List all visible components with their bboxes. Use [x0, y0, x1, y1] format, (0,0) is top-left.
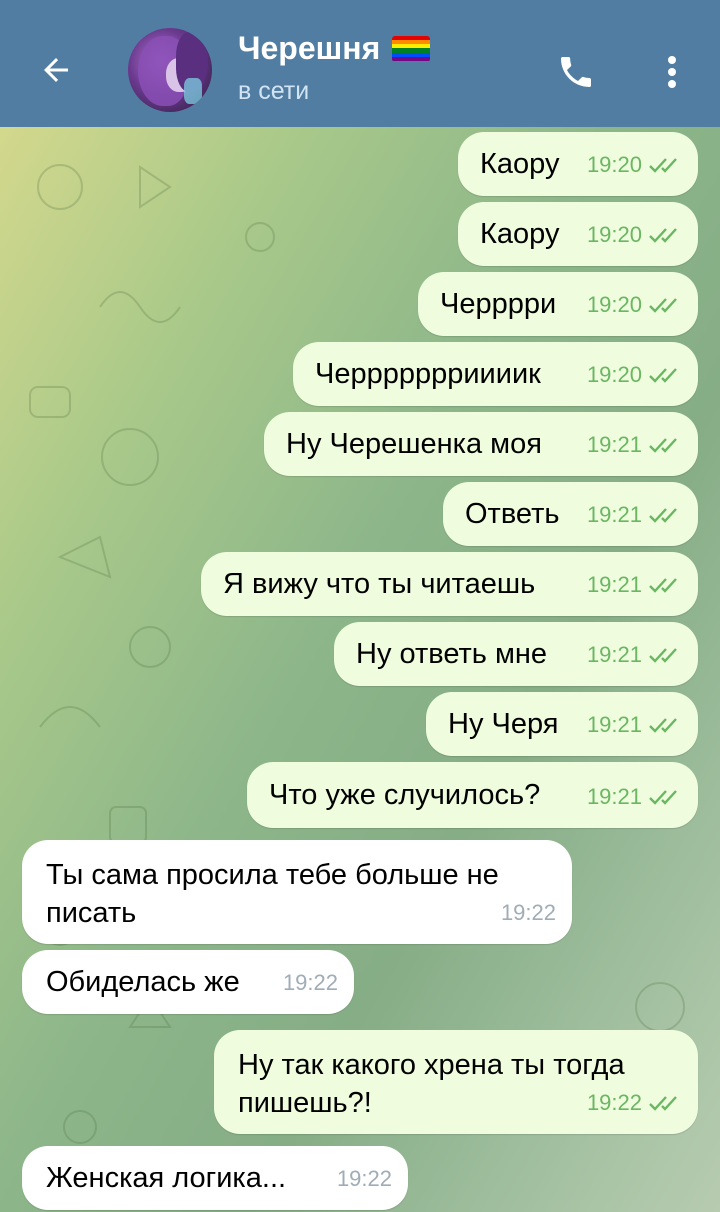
message-meta: 19:20 — [587, 356, 682, 394]
message-text: Каору — [480, 218, 560, 250]
message-meta: 19:21 — [587, 706, 682, 744]
double-check-icon — [649, 790, 677, 805]
message-time: 19:20 — [586, 222, 642, 247]
message-time: 19:22 — [500, 900, 556, 925]
message-text: Ну ответь мне — [356, 638, 548, 670]
message-meta: 19:20 — [587, 286, 682, 324]
message-meta: 19:20 — [587, 146, 682, 184]
message-time: 19:21 — [586, 502, 642, 527]
message-time: 19:20 — [586, 292, 642, 317]
message-bubble[interactable]: Черрррррриииик 19:20 — [293, 342, 698, 406]
message-time: 19:20 — [586, 152, 642, 177]
message-meta: 19:20 — [587, 216, 682, 254]
arrow-left-icon — [44, 58, 68, 82]
message-bubble[interactable]: Каору 19:20 — [458, 132, 698, 196]
message-bubble[interactable]: Ну Черя 19:21 — [426, 692, 698, 756]
chat-header: Черешня в сети — [0, 0, 720, 127]
double-check-icon — [649, 438, 677, 453]
message-bubble[interactable]: Обиделась же 19:22 — [22, 950, 354, 1014]
message-time: 19:20 — [586, 362, 642, 387]
rainbow-flag-icon — [392, 35, 431, 62]
double-check-icon — [649, 368, 677, 383]
message-bubble[interactable]: Ты сама просила тебе больше не писать 19… — [22, 840, 572, 944]
call-button[interactable] — [550, 46, 602, 98]
message-time: 19:22 — [586, 1090, 642, 1115]
message-text: Обиделась же — [46, 966, 240, 998]
message-text: Женская логика... — [46, 1162, 287, 1194]
message-bubble[interactable]: Каору 19:20 — [458, 202, 698, 266]
contact-name: Черешня — [238, 30, 431, 67]
chat-title-block[interactable]: Черешня в сети — [238, 30, 431, 106]
message-text: Каору — [480, 148, 560, 180]
message-meta: 19:21 — [587, 496, 682, 534]
message-bubble[interactable]: Ну ответь мне 19:21 — [334, 622, 698, 686]
message-time: 19:21 — [586, 784, 642, 809]
back-button[interactable] — [28, 42, 84, 98]
message-text: Ну так какого хрена ты тогда пишешь?! — [238, 1049, 625, 1119]
message-text: Что уже случилось? — [269, 779, 541, 811]
message-meta: 19:21 — [587, 426, 682, 464]
message-time: 19:21 — [586, 712, 642, 737]
double-check-icon — [649, 718, 677, 733]
double-check-icon — [649, 578, 677, 593]
message-text: Ты сама просила тебе больше не писать — [46, 859, 499, 929]
phone-icon — [561, 57, 591, 87]
more-menu-button[interactable] — [650, 46, 694, 98]
message-text: Ну Черя — [448, 708, 559, 740]
online-status: в сети — [238, 77, 310, 105]
message-text: Черрррррриииик — [315, 358, 541, 390]
message-bubble[interactable]: Ответь 19:21 — [443, 482, 698, 546]
message-bubble[interactable]: Женская логика... 19:22 — [22, 1146, 408, 1210]
message-bubble[interactable]: Черррри 19:20 — [418, 272, 698, 336]
message-bubble[interactable]: Ну Черешенка моя 19:21 — [264, 412, 698, 476]
message-meta: 19:22 — [587, 1084, 682, 1122]
message-meta: 19:21 — [587, 566, 682, 604]
message-text: Ответь — [465, 498, 560, 530]
message-bubble[interactable]: Что уже случилось? 19:21 — [247, 762, 698, 828]
message-text: Черррри — [440, 288, 557, 320]
chat-area[interactable]: Каору 19:20 Каору 19:20 Черррри 19:20 Че… — [0, 127, 720, 1212]
message-bubble[interactable]: Я вижу что ты читаешь 19:21 — [201, 552, 698, 616]
message-meta: 19:21 — [587, 636, 682, 674]
double-check-icon — [649, 1096, 677, 1111]
double-check-icon — [649, 508, 677, 523]
double-check-icon — [649, 648, 677, 663]
message-text: Я вижу что ты читаешь — [223, 568, 536, 600]
message-time: 19:21 — [586, 572, 642, 597]
message-time: 19:21 — [586, 642, 642, 667]
message-meta: 19:21 — [587, 778, 682, 816]
more-vertical-icon — [668, 56, 676, 88]
message-time: 19:22 — [336, 1166, 392, 1191]
message-time: 19:22 — [282, 970, 338, 995]
avatar[interactable] — [128, 28, 212, 112]
message-time: 19:21 — [586, 432, 642, 457]
double-check-icon — [649, 158, 677, 173]
double-check-icon — [649, 298, 677, 313]
message-meta: 19:22 — [283, 964, 338, 1002]
message-meta: 19:22 — [337, 1160, 392, 1198]
message-bubble[interactable]: Ну так какого хрена ты тогда пишешь?! 19… — [214, 1030, 698, 1134]
double-check-icon — [649, 228, 677, 243]
message-meta: 19:22 — [501, 894, 556, 932]
message-text: Ну Черешенка моя — [286, 428, 542, 460]
